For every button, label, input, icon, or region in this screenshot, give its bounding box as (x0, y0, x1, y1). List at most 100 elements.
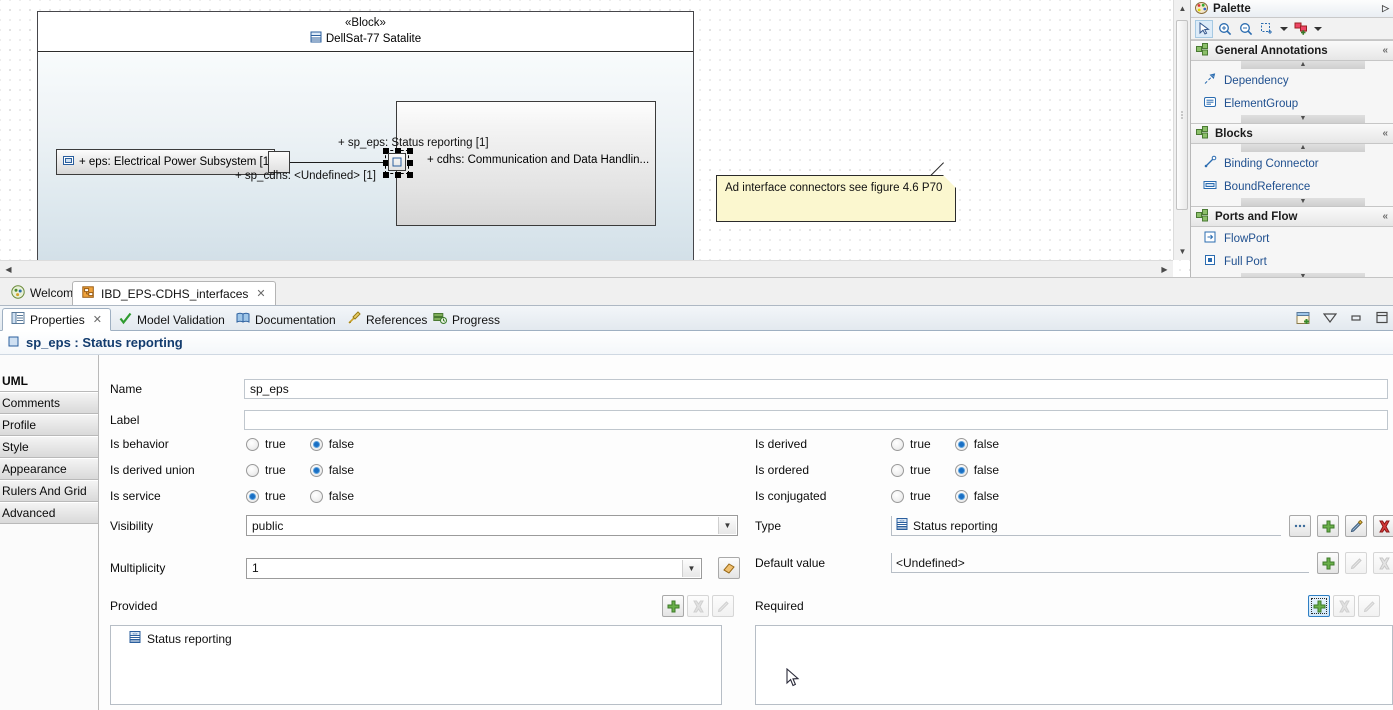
radio-is-service-false[interactable]: false (309, 489, 354, 503)
radio-group-is-behavior[interactable]: true false (246, 437, 354, 451)
maximize-icon[interactable] (1373, 309, 1390, 326)
required-list[interactable] (755, 625, 1393, 705)
category-tab-uml[interactable]: UML (0, 370, 98, 392)
radio-group-is-derived[interactable]: true false (891, 437, 999, 451)
palette-item-full-port[interactable]: Full Port (1191, 250, 1393, 273)
radio-is-derived-union-false[interactable]: false (309, 463, 354, 477)
scroll-left-icon[interactable]: ◀ (0, 261, 17, 277)
palette-item-boundreference[interactable]: BoundReference (1191, 175, 1393, 198)
default-value-field[interactable]: <Undefined> (891, 553, 1309, 573)
editor-vertical-scrollbar[interactable]: ▲ ▼ (1173, 0, 1190, 260)
palette-panel[interactable]: Palette ▷ General Annotations « ▲ Depend… (1190, 0, 1393, 277)
zoom-out-tool-icon[interactable] (1237, 20, 1255, 38)
selection-handle[interactable] (407, 172, 413, 178)
view-menu-icon[interactable] (1321, 309, 1338, 326)
selection-handle[interactable] (383, 172, 389, 178)
required-add-button[interactable] (1308, 595, 1330, 617)
chevron-down-icon[interactable]: ▼ (682, 559, 700, 577)
editor-tab-ibd[interactable]: IBD_EPS-CDHS_interfaces ✕ (72, 281, 276, 305)
radio-is-conjugated-true[interactable]: true (891, 489, 931, 503)
select-tool-icon[interactable] (1195, 19, 1213, 38)
block-diagram-frame[interactable]: «Block» DellSat-77 Satalite + eps: Elect… (37, 11, 694, 261)
default-value-delete-button[interactable] (1373, 552, 1393, 574)
visibility-combo[interactable]: public ▼ (246, 515, 738, 536)
tab-model-validation[interactable]: Model Validation (111, 308, 233, 331)
palette-item-flowport[interactable]: FlowPort (1191, 227, 1393, 250)
diagram-note[interactable]: Ad interface connectors see figure 4.6 P… (716, 162, 956, 222)
type-edit-button[interactable] (1345, 515, 1367, 537)
scroll-up-icon[interactable]: ▲ (1174, 0, 1190, 17)
palette-scroll-up-icon[interactable]: ▲ (1241, 144, 1365, 152)
provided-list[interactable]: «I» Status reporting (110, 625, 722, 705)
radio-is-ordered-true[interactable]: true (891, 463, 931, 477)
palette-item-elementgroup[interactable]: ElementGroup (1191, 92, 1393, 115)
multiplicity-edit-button[interactable] (718, 557, 740, 579)
radio-is-behavior-true[interactable]: true (246, 437, 286, 451)
palette-section-blocks[interactable]: Blocks « (1191, 123, 1393, 144)
collapse-icon[interactable]: « (1382, 211, 1388, 222)
radio-is-conjugated-false[interactable]: false (954, 489, 999, 503)
radio-is-service-true[interactable]: true (246, 489, 286, 503)
editor-horizontal-scrollbar[interactable]: ◀ ▶ (0, 260, 1173, 277)
scrollbar-thumb[interactable] (1176, 20, 1188, 210)
category-tab-comments[interactable]: Comments (0, 392, 98, 414)
default-value-edit-button[interactable] (1345, 552, 1367, 574)
marquee-dropdown-icon[interactable] (1279, 20, 1289, 38)
radio-is-ordered-false[interactable]: false (954, 463, 999, 477)
tab-properties[interactable]: Properties ✕ (2, 308, 111, 331)
selection-handle[interactable] (395, 172, 401, 178)
category-tab-advanced[interactable]: Advanced (0, 502, 98, 524)
close-icon[interactable]: ✕ (93, 313, 102, 326)
name-input[interactable]: sp_eps (244, 379, 1388, 399)
collapse-icon[interactable]: « (1382, 128, 1388, 139)
radio-is-derived-true[interactable]: true (891, 437, 931, 451)
palette-item-dependency[interactable]: Dependency (1191, 69, 1393, 92)
tab-references[interactable]: References (339, 308, 435, 331)
multiplicity-combo[interactable]: 1 ▼ (246, 557, 702, 579)
collapse-icon[interactable]: « (1382, 45, 1388, 56)
selection-handle[interactable] (407, 160, 413, 166)
category-tab-profile[interactable]: Profile (0, 414, 98, 436)
category-tab-style[interactable]: Style (0, 436, 98, 458)
port-sp-eps[interactable] (388, 153, 406, 171)
diagram-editor[interactable]: «Block» DellSat-77 Satalite + eps: Elect… (0, 0, 1190, 277)
provided-edit-button[interactable] (712, 595, 734, 617)
properties-tab-bar[interactable]: Properties ✕ Model Validation Documentat… (0, 306, 1393, 331)
required-buttons[interactable] (1308, 595, 1380, 617)
type-delete-button[interactable] (1373, 515, 1393, 537)
radio-group-is-service[interactable]: true false (246, 489, 354, 503)
scroll-right-icon[interactable]: ▶ (1156, 261, 1173, 277)
provided-add-button[interactable] (662, 595, 684, 617)
provided-delete-button[interactable] (687, 595, 709, 617)
properties-view[interactable]: Properties ✕ Model Validation Documentat… (0, 305, 1393, 710)
palette-item-binding-connector[interactable]: Binding Connector (1191, 152, 1393, 175)
required-delete-button[interactable] (1333, 595, 1355, 617)
label-input[interactable] (244, 410, 1388, 430)
marquee-tool-icon[interactable] (1258, 20, 1276, 38)
chevron-down-icon[interactable]: ▼ (718, 517, 736, 534)
radio-is-derived-union-true[interactable]: true (246, 463, 286, 477)
palette-toolbar[interactable] (1191, 18, 1393, 40)
type-value-field[interactable]: «I» Status reporting (891, 516, 1281, 536)
tab-progress[interactable]: Progress (425, 308, 508, 331)
palette-scroll-up-icon[interactable]: ▲ (1241, 61, 1365, 69)
palette-expand-icon[interactable]: ▷ (1382, 3, 1389, 14)
palette-scroll-down-icon[interactable]: ▼ (1241, 198, 1365, 206)
format-dropdown-icon[interactable] (1313, 20, 1323, 38)
palette-scroll-down-icon[interactable]: ▼ (1241, 115, 1365, 123)
type-browse-button[interactable] (1289, 515, 1311, 537)
required-edit-button[interactable] (1358, 595, 1380, 617)
radio-group-is-ordered[interactable]: true false (891, 463, 999, 477)
editor-tab-bar[interactable]: Welcome IBD_EPS-CDHS_interfaces ✕ (0, 277, 1393, 305)
connector-line[interactable] (290, 162, 386, 163)
type-add-button[interactable] (1317, 515, 1339, 537)
minimize-icon[interactable] (1347, 309, 1364, 326)
properties-view-toolbar[interactable] (1295, 309, 1390, 326)
category-tab-rulers-and-grid[interactable]: Rulers And Grid (0, 480, 98, 502)
zoom-in-tool-icon[interactable] (1216, 20, 1234, 38)
close-icon[interactable]: ✕ (256, 287, 265, 300)
radio-is-behavior-false[interactable]: false (309, 437, 354, 451)
part-cdhs[interactable]: + cdhs: Communication and Data Handlin..… (396, 101, 656, 226)
tab-documentation[interactable]: Documentation (228, 308, 344, 331)
provided-buttons[interactable] (662, 595, 734, 617)
